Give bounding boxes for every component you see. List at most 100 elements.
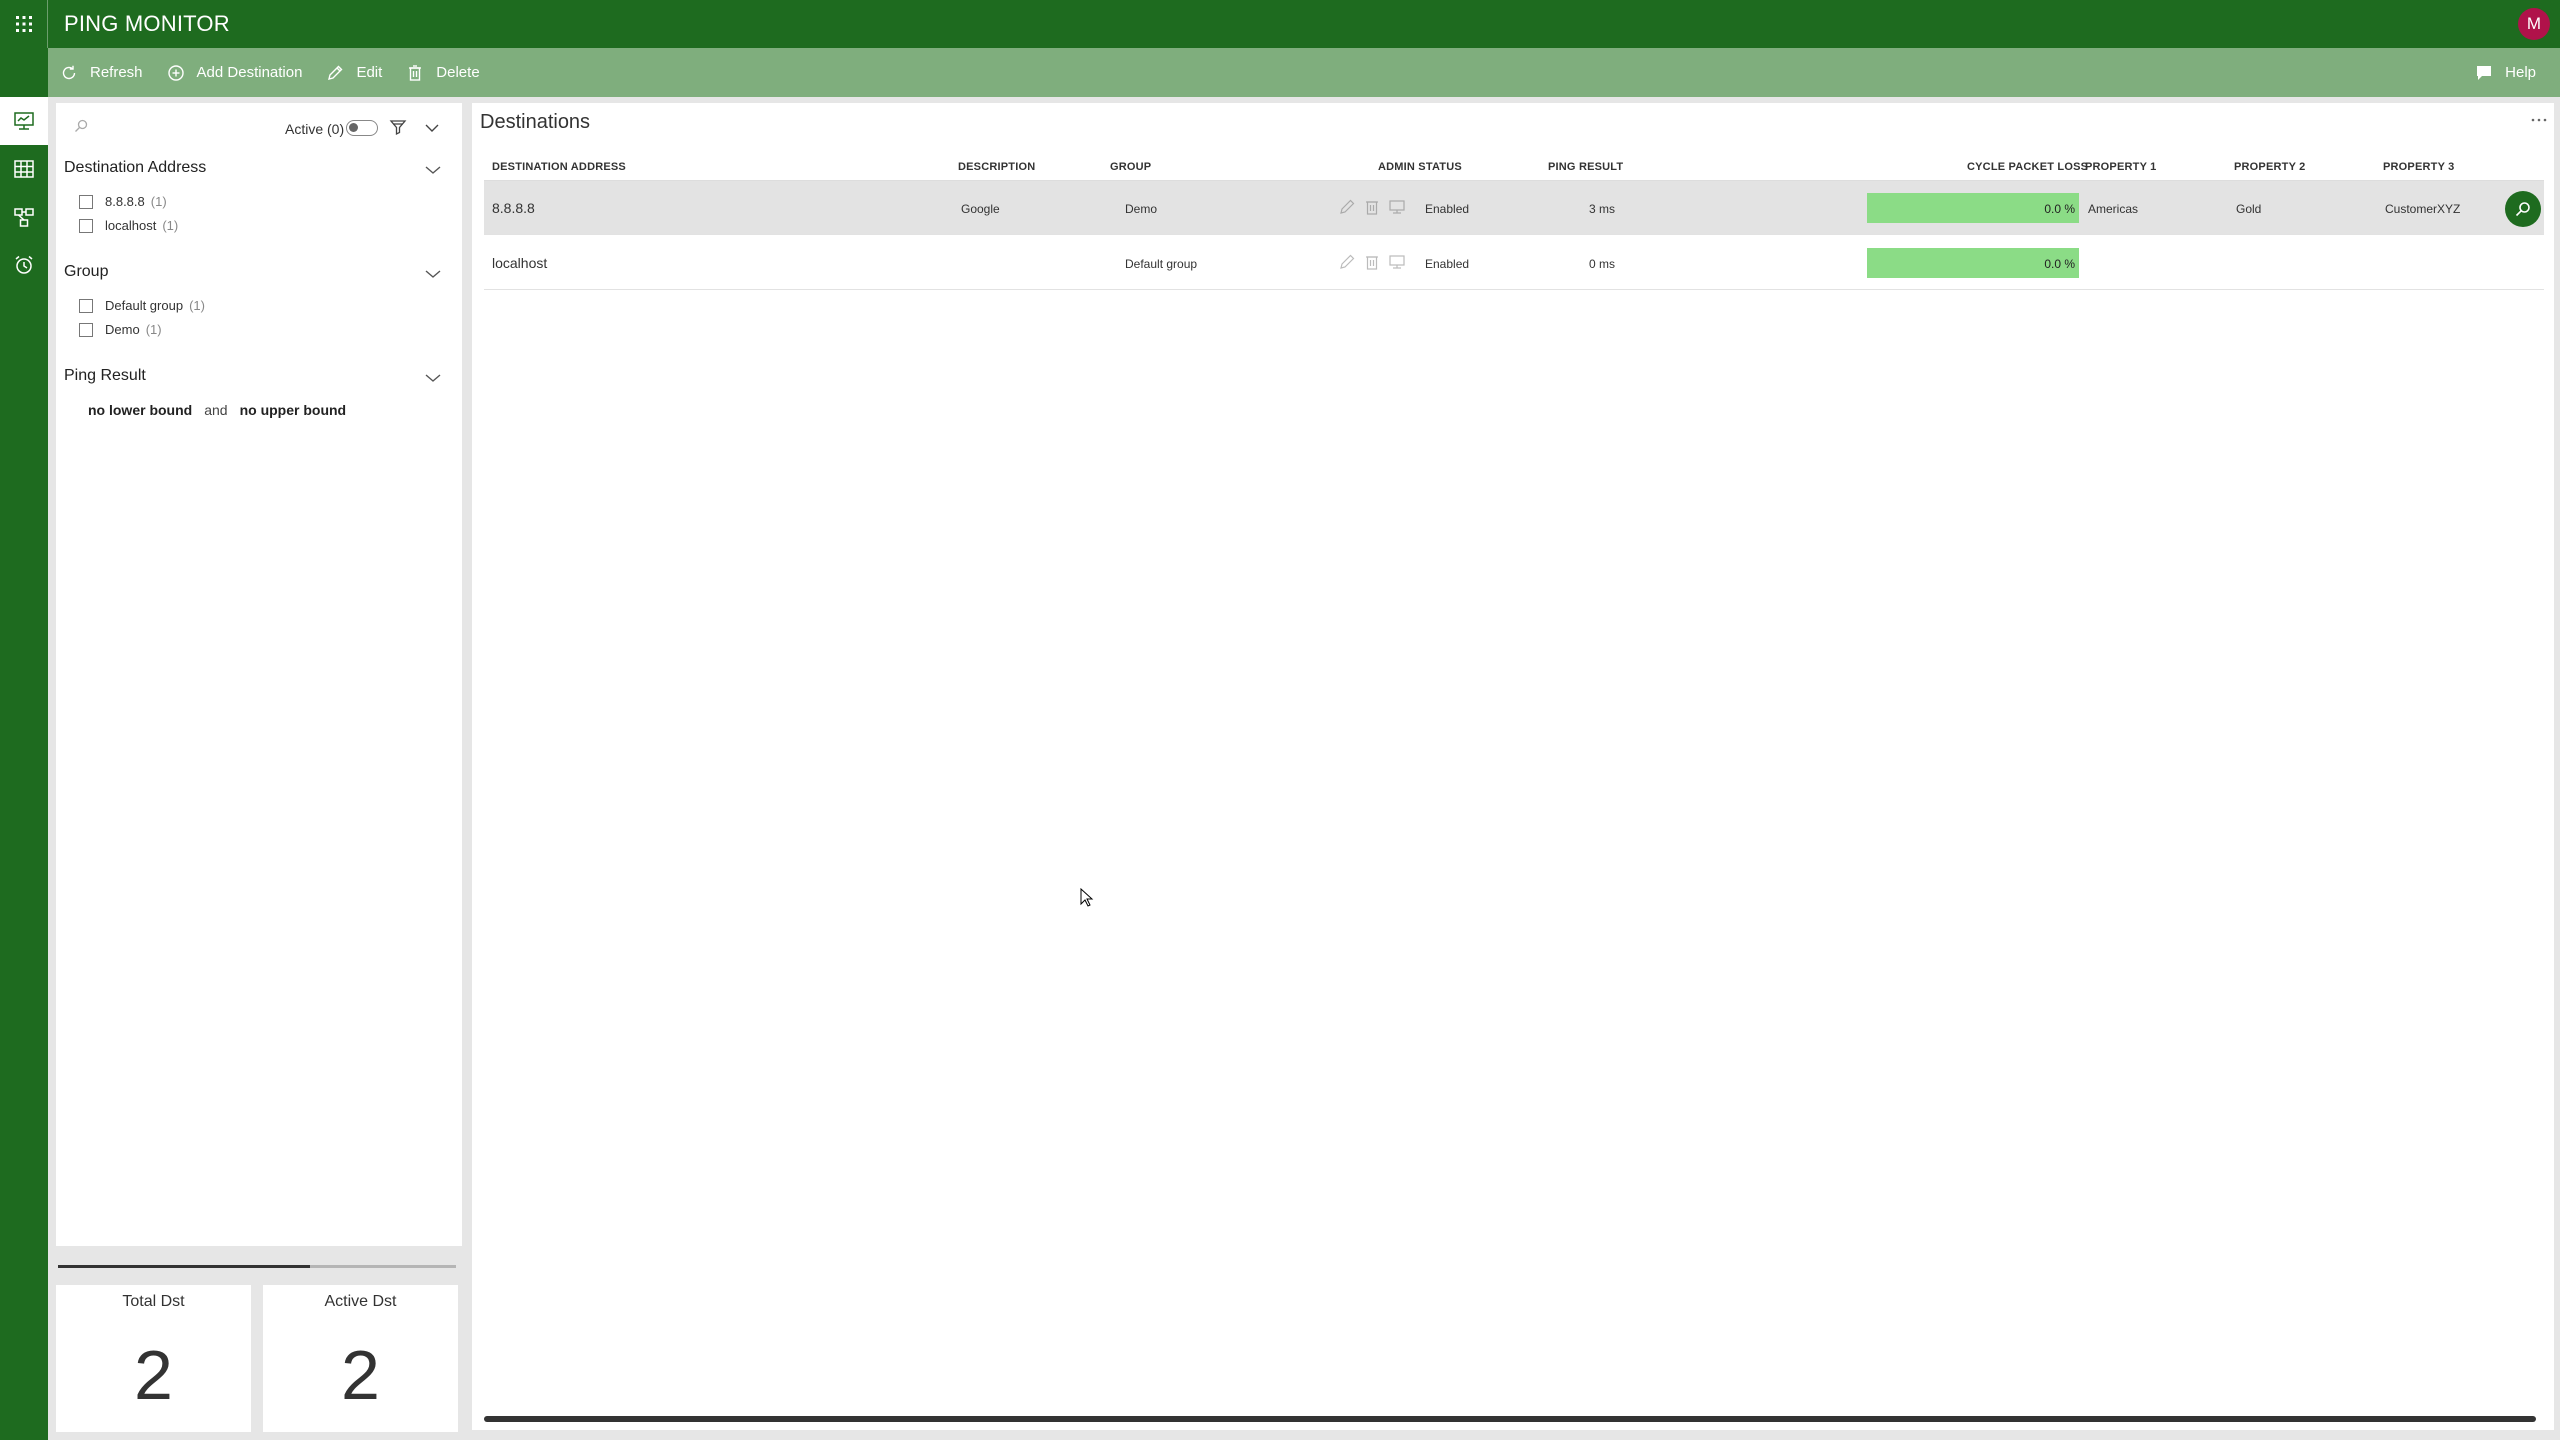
cell-property-3: CustomerXYZ [2385,202,2461,216]
chevron-down-icon[interactable] [425,266,441,282]
packet-loss-bar: 0.0 % [1867,248,2079,278]
filter-toolbar: Active (0) [56,103,462,153]
table-header: DESTINATION ADDRESS DESCRIPTION GROUP AD… [484,156,2544,180]
help-button[interactable]: Help [2463,48,2548,97]
edit-button[interactable]: Edit [314,48,394,97]
column-header-description[interactable]: DESCRIPTION [958,161,1035,173]
filter-option-default-group[interactable]: Default group (1) [79,298,205,313]
monitor-icon[interactable] [1388,253,1406,271]
stat-label: Total Dst [122,1293,185,1310]
cell-destination-address: localhost [492,255,548,271]
chevron-down-icon[interactable] [425,370,441,386]
filter-option-demo[interactable]: Demo (1) [79,322,162,337]
refresh-button[interactable]: Refresh [48,48,155,97]
refresh-label: Refresh [90,64,143,81]
panel-splitter[interactable] [58,1265,456,1268]
topology-icon [14,208,34,227]
edit-label: Edit [356,64,383,81]
ping-result-range: no lower bound and no upper bound [88,402,346,418]
column-header-ping-result[interactable]: PING RESULT [1548,161,1623,173]
filter-option-label: Default group [105,298,184,313]
filter-option-label: Demo [105,322,140,337]
horizontal-scrollbar[interactable] [484,1416,2536,1422]
avatar[interactable]: M [2518,8,2550,40]
stat-value: 2 [134,1336,173,1414]
search-icon [2515,202,2530,217]
filter-option-count: (1) [150,194,167,209]
column-header-group[interactable]: GROUP [1110,161,1151,173]
delete-button[interactable]: Delete [394,48,491,97]
upper-bound-input[interactable]: no upper bound [240,402,347,418]
monitor-icon[interactable] [1388,198,1406,216]
refresh-icon [62,65,76,79]
alarm-clock-icon [15,255,33,274]
column-header-cycle-packet-loss[interactable]: CYCLE PACKET LOSS [1967,161,2088,173]
checkbox[interactable] [79,218,93,233]
delete-label: Delete [436,64,480,81]
cell-destination-address: 8.8.8.8 [492,200,535,216]
packet-loss-bar: 0.0 % [1867,193,2079,223]
pencil-icon[interactable] [1338,198,1356,216]
inspect-button[interactable] [2505,191,2541,227]
app-launcher-icon[interactable] [0,0,48,48]
chevron-down-icon[interactable] [424,120,440,136]
app-title: PING MONITOR [64,11,230,36]
column-header-property-1[interactable]: PROPERTY 1 [2085,161,2157,173]
filter-option-count: (1) [162,218,179,233]
packet-loss-value: 0.0 % [2044,257,2075,271]
destinations-panel: Destinations DESTINATION ADDRESS DESCRIP… [472,103,2554,1430]
nav-destinations[interactable] [0,97,48,145]
help-chat-icon [2477,65,2492,80]
column-header-admin-status[interactable]: ADMIN STATUS [1378,161,1462,173]
filter-section-destination-address[interactable]: Destination Address [64,159,206,177]
filter-option-label: localhost [105,218,157,233]
column-header-property-2[interactable]: PROPERTY 2 [2234,161,2306,173]
trash-icon[interactable] [1363,198,1381,216]
add-destination-button[interactable]: Add Destination [155,48,315,97]
active-toggle[interactable] [346,120,378,136]
checkbox[interactable] [79,298,93,313]
chevron-down-icon[interactable] [425,162,441,178]
filter-section-group[interactable]: Group [64,263,108,281]
range-and-label: and [204,402,228,418]
nav-alarms[interactable] [0,241,48,289]
stat-label: Active Dst [324,1293,397,1310]
table-row[interactable]: 8.8.8.8 Google Demo Enabled 3 ms 0.0 % A… [484,181,2544,235]
filter-option-count: (1) [189,298,205,313]
pencil-icon [328,65,343,80]
monitor-icon [14,112,34,130]
filter-section-ping-result[interactable]: Ping Result [64,367,146,385]
rail-spacer [0,48,48,97]
add-circle-icon [167,64,184,81]
filter-icon[interactable] [389,118,407,136]
table-row[interactable]: localhost Default group Enabled 0 ms 0.0… [484,236,2544,290]
cell-admin-status: Enabled [1425,257,1470,271]
help-label: Help [2505,64,2536,81]
filter-option-localhost[interactable]: localhost (1) [79,218,178,233]
lower-bound-input[interactable]: no lower bound [88,402,192,418]
splitter-fill [58,1265,310,1268]
checkbox[interactable] [79,322,93,337]
checkbox[interactable] [79,194,93,209]
nav-grid[interactable] [0,145,48,193]
cell-group: Default group [1125,257,1198,271]
toggle-knob [349,123,358,132]
nav-topology[interactable] [0,193,48,241]
stat-value: 2 [341,1336,380,1414]
pencil-icon[interactable] [1338,253,1356,271]
cell-ping-result: 3 ms [1589,202,1616,216]
column-header-property-3[interactable]: PROPERTY 3 [2383,161,2455,173]
filter-option-8-8-8-8[interactable]: 8.8.8.8 (1) [79,194,167,209]
search-icon[interactable] [74,119,88,133]
more-options-icon[interactable] [2530,113,2548,127]
column-header-destination-address[interactable]: DESTINATION ADDRESS [492,161,626,173]
active-destinations-card: Active Dst 2 [263,1285,458,1432]
cell-property-1: Americas [2088,202,2139,216]
active-filter-label: Active (0) [285,121,345,137]
total-destinations-card: Total Dst 2 [56,1285,251,1432]
filter-panel: Active (0) Destination Address 8.8.8.8 (… [56,103,462,1246]
filter-option-label: 8.8.8.8 [105,194,145,209]
command-bar: Refresh Add Destination Edit Delete Help [17,48,2560,97]
trash-icon[interactable] [1363,253,1381,271]
cell-property-2: Gold [2236,202,2262,216]
